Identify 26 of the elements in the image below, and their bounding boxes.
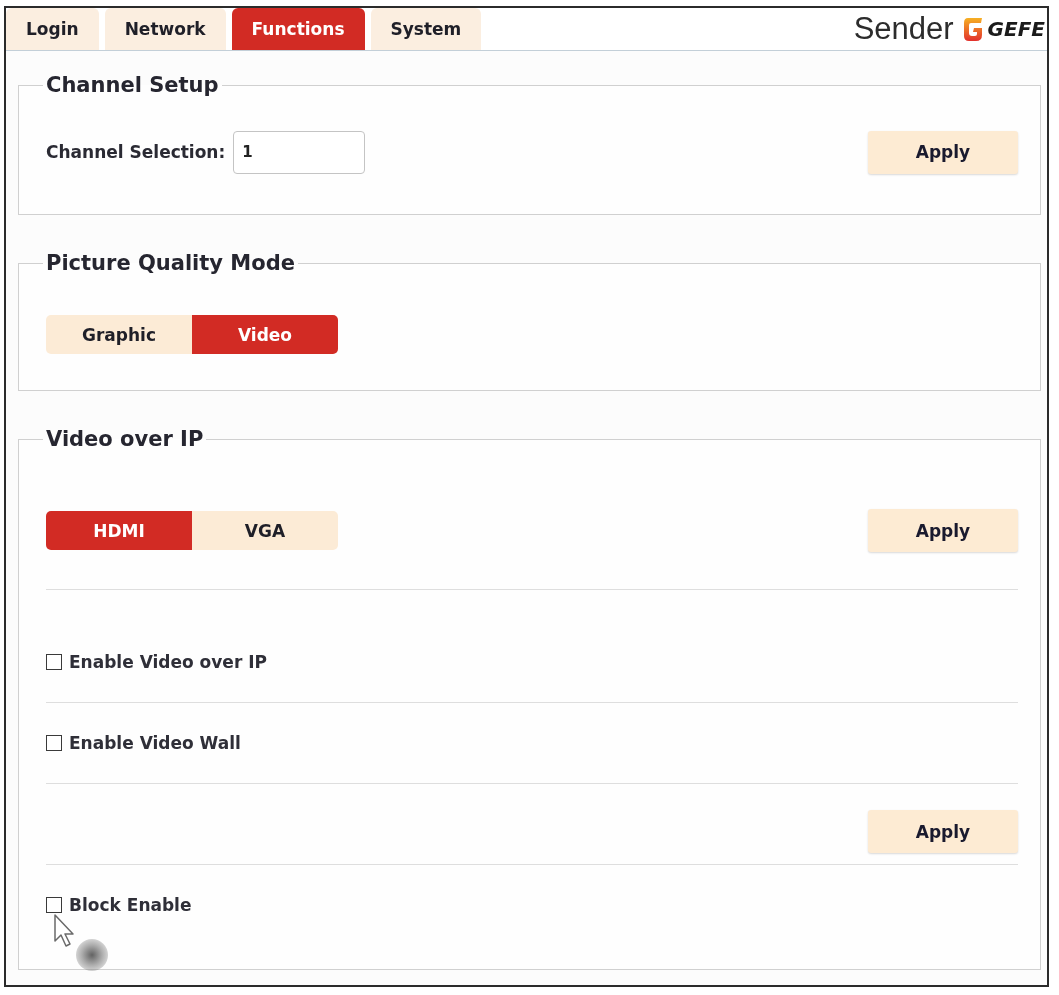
- apply-button[interactable]: Apply: [868, 509, 1018, 552]
- checkbox-label: Enable Video over IP: [69, 652, 267, 672]
- logo-text: GEFE: [987, 17, 1045, 41]
- nav-tab[interactable]: Network: [104, 8, 226, 50]
- section-title: Video over IP: [45, 427, 205, 452]
- device-title: Sender: [853, 11, 954, 47]
- field-label: Channel Selection:: [46, 142, 226, 162]
- nav-tab[interactable]: Login: [6, 8, 99, 50]
- checkbox-label: Enable Video Wall: [69, 733, 241, 753]
- section-title: Picture Quality Mode: [45, 251, 296, 276]
- checkbox[interactable]: [46, 897, 62, 913]
- channel-input[interactable]: 1: [233, 130, 366, 174]
- mode-toggle[interactable]: Graphic: [46, 315, 192, 354]
- apply-button[interactable]: Apply: [868, 130, 1018, 174]
- apply-button[interactable]: Apply: [868, 810, 1018, 853]
- mode-toggle[interactable]: HDMI: [46, 511, 192, 550]
- checkbox[interactable]: [46, 735, 62, 751]
- nav-tab[interactable]: Functions: [231, 8, 365, 50]
- mode-toggle[interactable]: VGA: [192, 511, 338, 550]
- nav-tab[interactable]: System: [370, 8, 482, 50]
- logo-icon: [963, 17, 982, 41]
- section-title: Channel Setup: [45, 73, 220, 98]
- mouse-pointer-icon: [54, 914, 76, 948]
- checkbox-label: Block Enable: [69, 895, 192, 915]
- checkbox[interactable]: [46, 654, 62, 670]
- mode-toggle[interactable]: Video: [192, 315, 338, 354]
